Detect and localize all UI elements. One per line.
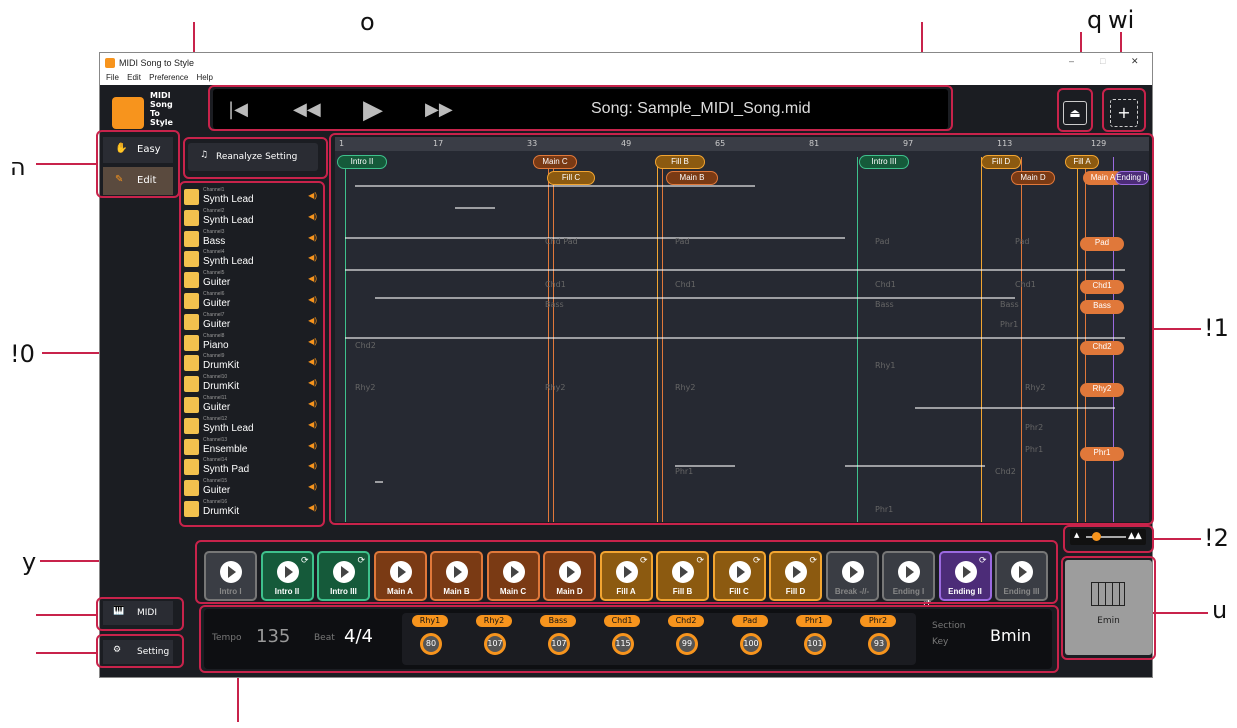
logo-text: MIDI Song To Style — [150, 91, 173, 127]
callout-y: y — [22, 548, 37, 576]
callout-line — [1153, 612, 1208, 614]
callout-he: ה — [10, 153, 26, 181]
menu-file[interactable]: File — [106, 73, 119, 82]
callout-2: !2 — [1204, 524, 1229, 552]
highlight-modes — [96, 130, 180, 198]
menu-bar: File Edit Preference Help — [100, 73, 1152, 85]
callout-o: o — [360, 8, 375, 36]
callout-line — [237, 672, 239, 722]
highlight-add — [1102, 88, 1146, 132]
callout-1: !1 — [1204, 314, 1229, 342]
highlight-export — [1057, 88, 1093, 132]
callout-q: q — [1087, 6, 1103, 34]
highlight-chord — [1061, 556, 1156, 660]
close-icon[interactable]: ✕ — [1131, 56, 1139, 67]
window-title: MIDI Song to Style — [119, 58, 195, 68]
callout-u: u — [1212, 596, 1228, 624]
callout-line — [1153, 328, 1201, 330]
highlight-zoom — [1063, 525, 1154, 553]
maximize-icon[interactable]: □ — [1100, 56, 1105, 66]
app-logo: MIDI Song To Style — [106, 89, 178, 131]
callout-line — [36, 163, 96, 165]
menu-help[interactable]: Help — [197, 73, 213, 82]
highlight-transport — [208, 85, 953, 131]
callout-line — [36, 614, 96, 616]
callout-line — [1153, 538, 1201, 540]
minimize-icon[interactable]: – — [1069, 56, 1074, 66]
title-bar: MIDI Song to Style – □ ✕ — [100, 53, 1152, 73]
menu-preference[interactable]: Preference — [149, 73, 188, 82]
highlight-info-bar — [199, 605, 1059, 673]
highlight-tracks — [179, 181, 325, 527]
logo-icon — [112, 97, 144, 129]
app-icon — [105, 58, 115, 68]
callout-line — [36, 652, 96, 654]
highlight-setting — [96, 634, 184, 668]
menu-edit[interactable]: Edit — [127, 73, 141, 82]
highlight-timeline — [329, 133, 1154, 525]
highlight-midi — [96, 597, 184, 631]
callout-0: !0 — [10, 340, 35, 368]
callout-wi: wi — [1108, 6, 1135, 34]
highlight-reanalyze — [183, 137, 328, 179]
highlight-section-buttons — [195, 540, 1058, 604]
